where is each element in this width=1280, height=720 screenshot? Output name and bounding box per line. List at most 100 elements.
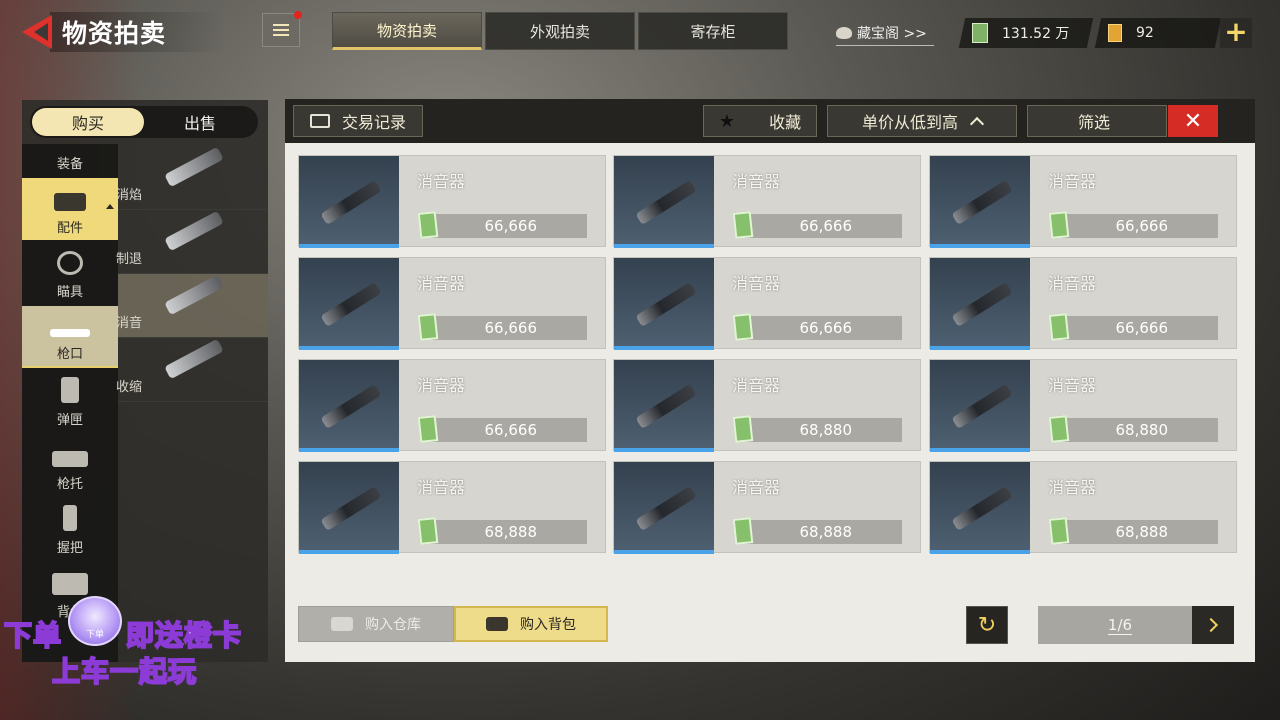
item-thumbnail	[614, 156, 714, 248]
coupon-icon	[1108, 24, 1122, 42]
suppressor-image	[635, 486, 697, 531]
category-scopes[interactable]: 瞄具	[22, 242, 118, 304]
category-label: 握把	[56, 541, 83, 556]
cash-balance: 131.52 万	[958, 18, 1094, 48]
refresh-button[interactable]: ↻	[966, 606, 1008, 644]
treasure-link-label: 藏宝阁 >>	[857, 25, 927, 42]
next-page-button[interactable]	[1192, 606, 1234, 644]
chevron-right-icon	[1203, 617, 1219, 633]
top-tabs: 物资拍卖 外观拍卖 寄存柜	[332, 12, 788, 50]
tab-locker[interactable]: 寄存柜	[638, 12, 788, 50]
filter-button[interactable]: 筛选	[1027, 105, 1167, 137]
coupon-amount: 92	[1136, 25, 1154, 41]
subcategory-label: 收缩	[116, 380, 143, 395]
treasure-pavilion-link[interactable]: 藏宝阁 >>	[836, 20, 934, 46]
item-card[interactable]: 消音器 66,666	[613, 257, 921, 350]
chevron-up-icon	[969, 116, 985, 132]
sort-dropdown[interactable]: 单价从低到高	[827, 105, 1017, 137]
category-equipment[interactable]: 装备	[22, 144, 118, 176]
pagination: 1/6	[1038, 606, 1234, 644]
clear-filter-button[interactable]: ✕	[1168, 105, 1218, 137]
item-thumbnail	[930, 360, 1030, 452]
subcategory-compensator[interactable]: 制退	[116, 210, 268, 274]
suppressor-image	[635, 282, 697, 327]
item-price: 68,888	[427, 520, 587, 544]
item-price: 66,666	[427, 418, 587, 442]
cash-icon	[732, 313, 754, 341]
suppressor-image	[635, 180, 697, 225]
menu-button[interactable]	[262, 11, 302, 47]
suppressor-image	[320, 384, 382, 429]
item-card[interactable]: 消音器 68,888	[613, 461, 921, 554]
listing-panel: 交易记录 ★ 收藏 单价从低到高 筛选 ✕ 消音器 66,666 消音器 66,…	[285, 99, 1255, 662]
buy-to-warehouse-label: 购入仓库	[365, 617, 421, 633]
item-price: 66,666	[742, 316, 902, 340]
flash-hider-icon	[164, 146, 224, 188]
trade-record-button[interactable]: 交易记录	[293, 105, 423, 137]
item-card[interactable]: 消音器 66,666	[298, 257, 606, 350]
compensator-icon	[164, 210, 224, 252]
item-card[interactable]: 消音器 68,888	[929, 461, 1237, 554]
buy-to-bag-button[interactable]: 购入背包	[454, 606, 608, 642]
favorites-button[interactable]: ★ 收藏	[703, 105, 817, 137]
grip-icon	[63, 505, 77, 531]
item-card[interactable]: 消音器 66,666	[298, 155, 606, 248]
item-name: 消音器	[417, 478, 466, 497]
subcategory-suppressor[interactable]: 消音	[116, 274, 268, 338]
promo-text-left: 下单	[3, 618, 63, 653]
cash-icon	[1048, 415, 1070, 443]
item-price: 66,666	[742, 214, 902, 238]
item-thumbnail	[299, 360, 399, 452]
cash-icon	[732, 415, 754, 443]
category-stock[interactable]: 枪托	[22, 434, 118, 496]
item-name: 消音器	[417, 172, 466, 191]
subcategory-choke[interactable]: 收缩	[116, 338, 268, 402]
hamburger-icon	[273, 24, 289, 36]
buy-sell-toggle: 购买 出售	[30, 106, 258, 138]
coupon-balance: 92	[1094, 18, 1222, 48]
category-magazine[interactable]: 弹匣	[22, 370, 118, 432]
choke-icon	[164, 338, 224, 380]
collapse-caret-icon	[106, 204, 114, 209]
subcategory-label: 消音	[116, 316, 143, 331]
suppressor-image	[635, 384, 697, 429]
item-card[interactable]: 消音器 68,888	[298, 461, 606, 554]
back-button[interactable]: 物资拍卖	[22, 12, 262, 52]
category-grip[interactable]: 握把	[22, 498, 118, 560]
item-price: 68,888	[742, 520, 902, 544]
category-attachments[interactable]: 配件	[22, 178, 118, 240]
treasure-icon	[836, 26, 852, 39]
suppressor-image	[320, 486, 382, 531]
category-muzzle[interactable]: 枪口	[22, 306, 118, 368]
buy-tab[interactable]: 购买	[32, 108, 144, 136]
cash-icon	[417, 415, 439, 443]
subcategory-flash-hider[interactable]: 消焰	[116, 146, 268, 210]
item-card[interactable]: 消音器 66,666	[298, 359, 606, 452]
item-price: 66,666	[427, 316, 587, 340]
item-card[interactable]: 消音器 66,666	[613, 155, 921, 248]
category-list: 装备 配件 瞄具 枪口 弹匣 枪托 握把 背包	[22, 144, 118, 662]
tab-skin-auction[interactable]: 外观拍卖	[485, 12, 635, 50]
suppressor-image	[320, 282, 382, 327]
category-label: 瞄具	[56, 285, 83, 300]
item-card[interactable]: 消音器 66,666	[929, 155, 1237, 248]
item-price: 68,880	[742, 418, 902, 442]
item-card[interactable]: 消音器 66,666	[929, 257, 1237, 350]
suppressor-image	[951, 486, 1013, 531]
cash-icon	[1048, 211, 1070, 239]
item-card[interactable]: 消音器 68,880	[929, 359, 1237, 452]
item-thumbnail	[614, 258, 714, 350]
add-currency-button[interactable]: +	[1220, 18, 1252, 48]
buy-to-warehouse-button[interactable]: 购入仓库	[298, 606, 454, 642]
cash-icon	[1048, 517, 1070, 545]
tab-supply-auction[interactable]: 物资拍卖	[332, 12, 482, 50]
promo-text-right: 即送橙卡	[125, 618, 243, 653]
back-arrow-icon	[22, 15, 52, 49]
promo-overlay: 下单 下单 即送橙卡 上车一起玩	[0, 596, 270, 692]
sell-tab[interactable]: 出售	[144, 108, 256, 136]
item-name: 消音器	[732, 274, 781, 293]
listing-toolbar: 交易记录 ★ 收藏 单价从低到高 筛选 ✕	[285, 99, 1255, 143]
item-thumbnail	[930, 156, 1030, 248]
item-card[interactable]: 消音器 68,880	[613, 359, 921, 452]
suppressor-image	[951, 180, 1013, 225]
